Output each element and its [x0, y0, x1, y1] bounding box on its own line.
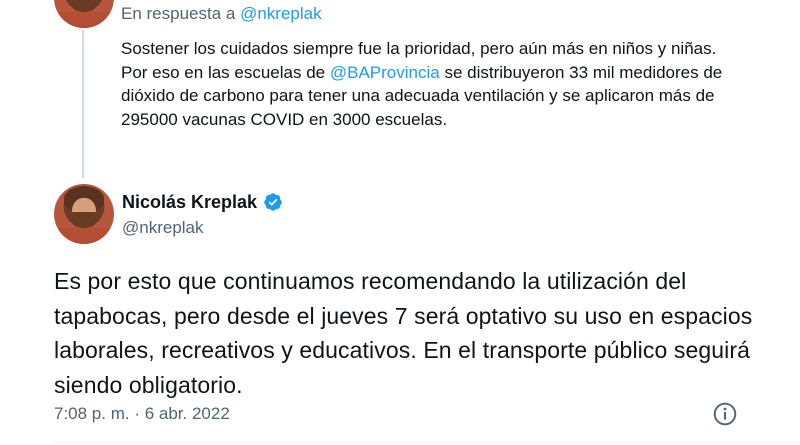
- verified-badge-icon: [264, 193, 282, 211]
- author-avatar[interactable]: [54, 184, 114, 244]
- author-name-row[interactable]: Nicolás Kreplak: [122, 190, 283, 214]
- reply-handle-link[interactable]: @nkreplak: [240, 4, 322, 23]
- author-display-name[interactable]: Nicolás Kreplak: [122, 192, 257, 213]
- parent-tweet-text: Sostener los cuidados siempre fue la pri…: [121, 37, 731, 131]
- thread-connector-line: [82, 30, 84, 178]
- tweet-text: Es por esto que continuamos recomendando…: [54, 268, 753, 398]
- parent-avatar[interactable]: [54, 0, 114, 28]
- author-username[interactable]: @nkreplak: [122, 218, 204, 238]
- reply-context: En respuesta a @nkreplak: [121, 4, 322, 24]
- mention-link[interactable]: @BAProvincia: [330, 63, 440, 82]
- info-circle-icon[interactable]: [712, 401, 738, 427]
- tweet-timestamp[interactable]: 7:08 p. m. · 6 abr. 2022: [54, 404, 230, 424]
- bottom-divider: [54, 442, 800, 443]
- reply-prefix: En respuesta a: [121, 4, 236, 23]
